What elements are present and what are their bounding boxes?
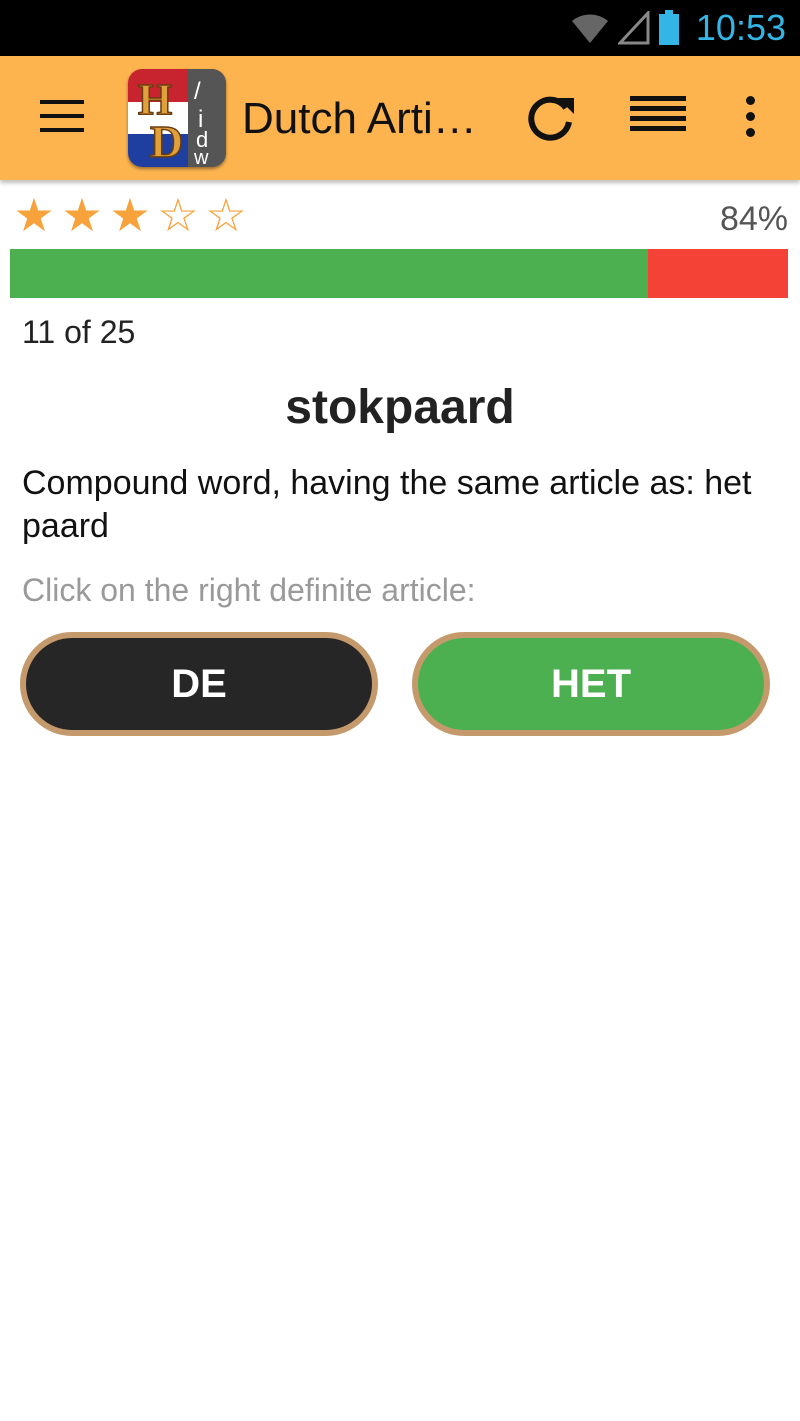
app-logo: H D / i d w xyxy=(128,69,226,167)
svg-text:w: w xyxy=(193,147,209,167)
star-empty-icon: ☆ xyxy=(157,189,199,241)
signal-icon xyxy=(617,11,650,45)
wifi-icon xyxy=(571,14,608,43)
het-button[interactable]: HET xyxy=(412,632,770,736)
status-icons: 10:53 xyxy=(570,0,786,56)
score-progress-fill xyxy=(10,249,648,298)
menu-icon[interactable] xyxy=(40,100,84,136)
star-filled-icon: ★ xyxy=(13,189,55,241)
de-button[interactable]: DE xyxy=(20,632,378,736)
app-title: Dutch Arti… xyxy=(242,94,477,143)
score-progress-bar xyxy=(10,249,788,298)
svg-text:/: / xyxy=(194,78,201,105)
instruction-text: Click on the right definite article: xyxy=(22,572,476,608)
battery-icon xyxy=(658,10,679,45)
question-counter: 11 of 25 xyxy=(22,314,136,350)
star-filled-icon: ★ xyxy=(61,189,103,241)
overflow-menu-icon[interactable] xyxy=(740,96,760,144)
quiz-word: stokpaard xyxy=(285,381,515,434)
word-hint: Compound word, having the same article a… xyxy=(22,464,752,545)
star-filled-icon: ★ xyxy=(109,189,151,241)
status-time: 10:53 xyxy=(695,7,786,48)
svg-text:D: D xyxy=(150,116,183,167)
star-rating: ★ ★ ★ ☆ ☆ xyxy=(10,190,250,240)
score-percent: 84% xyxy=(719,200,788,238)
refresh-icon[interactable] xyxy=(522,90,578,146)
status-bar: 10:53 xyxy=(0,0,800,56)
list-icon[interactable] xyxy=(630,96,686,140)
app-bar: H D / i d w Dutch Arti… xyxy=(0,56,800,180)
star-empty-icon: ☆ xyxy=(205,189,247,241)
